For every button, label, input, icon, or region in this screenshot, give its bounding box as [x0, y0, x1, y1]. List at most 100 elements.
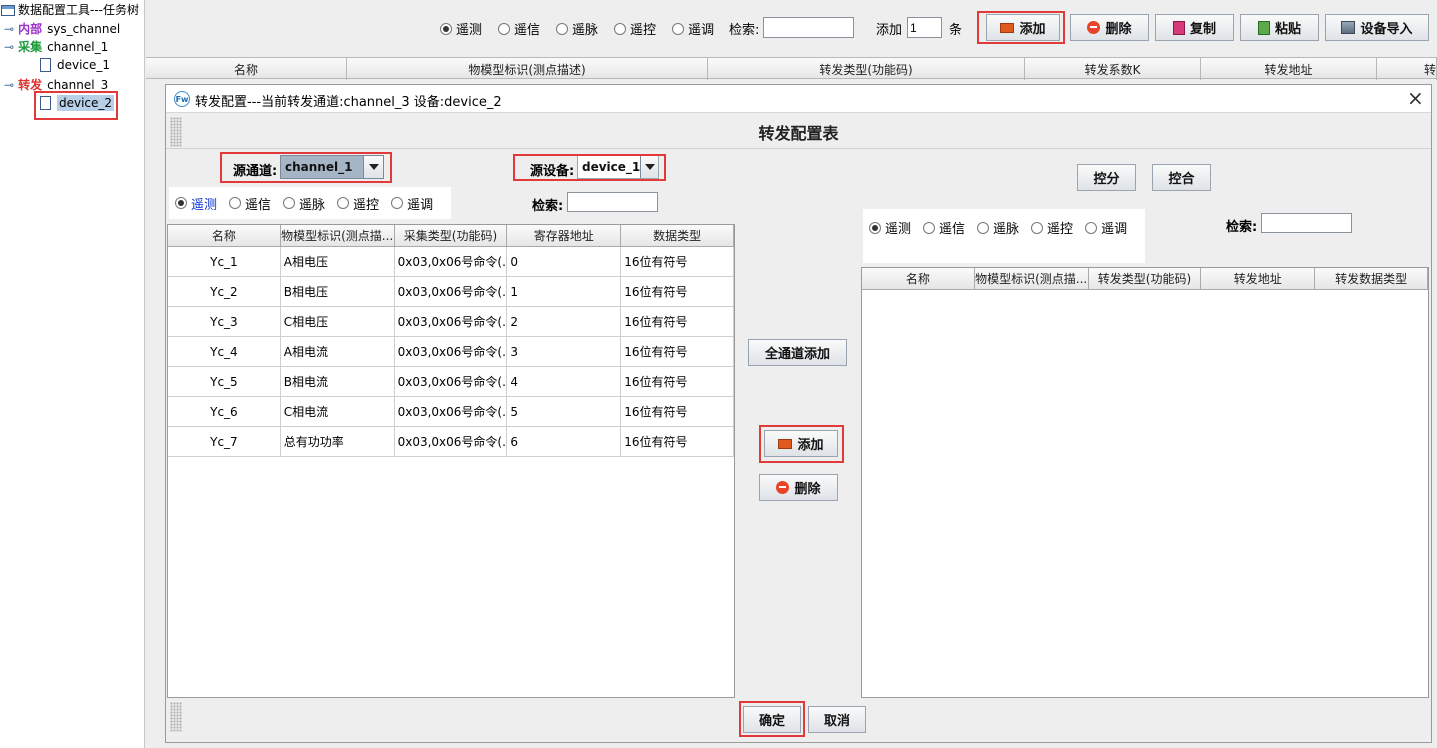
- tree-node-internal[interactable]: ⊸ 内部 sys_channel: [4, 21, 120, 37]
- right-header-cell[interactable]: 名称: [862, 268, 975, 289]
- cancel-button[interactable]: 取消: [808, 706, 866, 733]
- right-radio-telemetry[interactable]: 遥测: [863, 218, 917, 237]
- right-radio-telesignal[interactable]: 遥信: [917, 218, 971, 237]
- left-header-cell[interactable]: 名称: [168, 225, 281, 246]
- left-header-cell[interactable]: 物模型标识(测点描...: [281, 225, 395, 246]
- add-all-channel-button[interactable]: 全通道添加: [748, 339, 847, 366]
- tree-node-forward[interactable]: ⊸ 转发 channel_3: [4, 77, 108, 93]
- device-import-button[interactable]: 设备导入: [1325, 14, 1429, 41]
- main-header-cell[interactable]: 物模型标识(测点描述): [347, 58, 708, 80]
- radio-telepulse[interactable]: 遥脉: [556, 19, 598, 38]
- table-cell: B相电压: [281, 277, 395, 306]
- table-cell: 16位有符号: [621, 367, 734, 396]
- add-icon: [1000, 22, 1015, 33]
- table-cell: 16位有符号: [621, 427, 734, 456]
- tree-device-1[interactable]: device_1: [40, 57, 110, 73]
- file-icon: [40, 58, 51, 72]
- tree-device-1-label: device_1: [57, 58, 111, 72]
- radio-label: 遥调: [407, 197, 434, 213]
- tree-channel-sys: sys_channel: [47, 22, 121, 36]
- main-header-cell[interactable]: 名称: [146, 58, 347, 80]
- delete-button[interactable]: 删除: [1070, 14, 1149, 41]
- table-row[interactable]: Yc_7 总有功功率 0x03,0x06号命令(... 6 16位有符号: [168, 427, 734, 457]
- table-cell: Yc_7: [168, 427, 281, 456]
- control-close-button[interactable]: 控合: [1152, 164, 1211, 191]
- right-header-cell[interactable]: 物模型标识(测点描...: [975, 268, 1089, 289]
- radio-telecontrol[interactable]: 遥控: [614, 19, 656, 38]
- close-icon[interactable]: ×: [1407, 87, 1424, 109]
- table-cell: 0x03,0x06号命令(...: [395, 397, 508, 426]
- main-header-cell[interactable]: 转发地址: [1201, 58, 1377, 80]
- left-header-cell[interactable]: 寄存器地址: [507, 225, 622, 246]
- right-radio-teleadjust[interactable]: 遥调: [1079, 218, 1133, 237]
- grip-handle[interactable]: [170, 702, 182, 732]
- delete-button-label: 删除: [1105, 22, 1132, 37]
- tree-device-2[interactable]: device_2: [40, 95, 115, 111]
- left-radio-telesignal[interactable]: 遥信: [223, 187, 277, 219]
- forward-config-dialog: Fw 转发配置---当前转发通道:channel_3 设备:device_2 ×…: [165, 84, 1432, 743]
- table-cell: 0x03,0x06号命令(...: [395, 427, 508, 456]
- source-channel-combo[interactable]: channel_1: [280, 155, 384, 179]
- table-cell: 16位有符号: [621, 277, 734, 306]
- copy-button[interactable]: 复制: [1155, 14, 1234, 41]
- radio-label: 遥脉: [572, 23, 599, 38]
- table-cell: 0x03,0x06号命令(...: [395, 247, 508, 276]
- chevron-down-icon[interactable]: [363, 156, 383, 178]
- radio-telemetry[interactable]: 遥测: [440, 19, 482, 38]
- right-search-input[interactable]: [1261, 213, 1352, 233]
- radio-dot: [614, 22, 627, 35]
- left-header-cell[interactable]: 采集类型(功能码): [395, 225, 508, 246]
- table-cell: C相电压: [281, 307, 395, 336]
- chevron-down-icon[interactable]: [640, 156, 658, 178]
- app-icon: Fw: [174, 91, 190, 107]
- radio-dot: [672, 22, 685, 35]
- radio-teleadjust[interactable]: 遥调: [672, 19, 714, 38]
- main-header-cell[interactable]: 转: [1377, 58, 1437, 80]
- left-radio-teleadjust[interactable]: 遥调: [385, 187, 439, 219]
- source-device-combo[interactable]: device_1: [577, 155, 659, 179]
- tree-root[interactable]: 数据配置工具---任务树: [1, 2, 139, 18]
- search-input[interactable]: [763, 17, 854, 38]
- radio-label: 遥测: [885, 222, 912, 237]
- add-count-input[interactable]: [907, 17, 942, 38]
- right-radio-telepulse[interactable]: 遥脉: [971, 218, 1025, 237]
- table-row[interactable]: Yc_2 B相电压 0x03,0x06号命令(... 1 16位有符号: [168, 277, 734, 307]
- right-search-label: 检索:: [1226, 220, 1258, 235]
- main-header-cell[interactable]: 转发类型(功能码): [708, 58, 1025, 80]
- dialog-add-label: 添加: [797, 438, 824, 453]
- radio-label: 遥信: [939, 222, 966, 237]
- main-header-cell[interactable]: 转发系数K: [1025, 58, 1201, 80]
- table-row[interactable]: Yc_6 C相电流 0x03,0x06号命令(... 5 16位有符号: [168, 397, 734, 427]
- dialog-add-button[interactable]: 添加: [764, 430, 838, 457]
- radio-telesignal[interactable]: 遥信: [498, 19, 540, 38]
- left-search-input[interactable]: [567, 192, 658, 212]
- left-radio-telecontrol[interactable]: 遥控: [331, 187, 385, 219]
- left-header-cell[interactable]: 数据类型: [621, 225, 734, 246]
- table-row[interactable]: Yc_1 A相电压 0x03,0x06号命令(... 0 16位有符号: [168, 247, 734, 277]
- right-header-cell[interactable]: 转发类型(功能码): [1089, 268, 1202, 289]
- dialog-delete-button[interactable]: 删除: [759, 474, 838, 501]
- ok-button[interactable]: 确定: [743, 706, 801, 733]
- radio-label: 遥信: [514, 23, 541, 38]
- table-row[interactable]: Yc_5 B相电流 0x03,0x06号命令(... 4 16位有符号: [168, 367, 734, 397]
- radio-dot: [283, 197, 296, 209]
- tree-category-collect: 采集: [18, 40, 43, 54]
- radio-label: 遥控: [630, 23, 657, 38]
- control-split-button[interactable]: 控分: [1077, 164, 1136, 191]
- right-radio-telecontrol[interactable]: 遥控: [1025, 218, 1079, 237]
- delete-icon: [776, 481, 790, 494]
- left-radio-telepulse[interactable]: 遥脉: [277, 187, 331, 219]
- right-header-cell[interactable]: 转发数据类型: [1315, 268, 1428, 289]
- left-radio-telemetry[interactable]: 遥测: [169, 187, 223, 219]
- dialog-titlebar: Fw 转发配置---当前转发通道:channel_3 设备:device_2 ×: [166, 85, 1431, 113]
- table-cell: 0x03,0x06号命令(...: [395, 277, 508, 306]
- table-row[interactable]: Yc_3 C相电压 0x03,0x06号命令(... 2 16位有符号: [168, 307, 734, 337]
- add-button[interactable]: 添加: [986, 14, 1060, 41]
- control-split-label: 控分: [1093, 172, 1120, 187]
- left-search-label: 检索:: [532, 199, 564, 214]
- radio-label: 遥脉: [993, 222, 1020, 237]
- paste-button[interactable]: 粘贴: [1240, 14, 1319, 41]
- table-row[interactable]: Yc_4 A相电流 0x03,0x06号命令(... 3 16位有符号: [168, 337, 734, 367]
- tree-node-collect[interactable]: ⊸ 采集 channel_1: [4, 39, 108, 55]
- right-header-cell[interactable]: 转发地址: [1201, 268, 1316, 289]
